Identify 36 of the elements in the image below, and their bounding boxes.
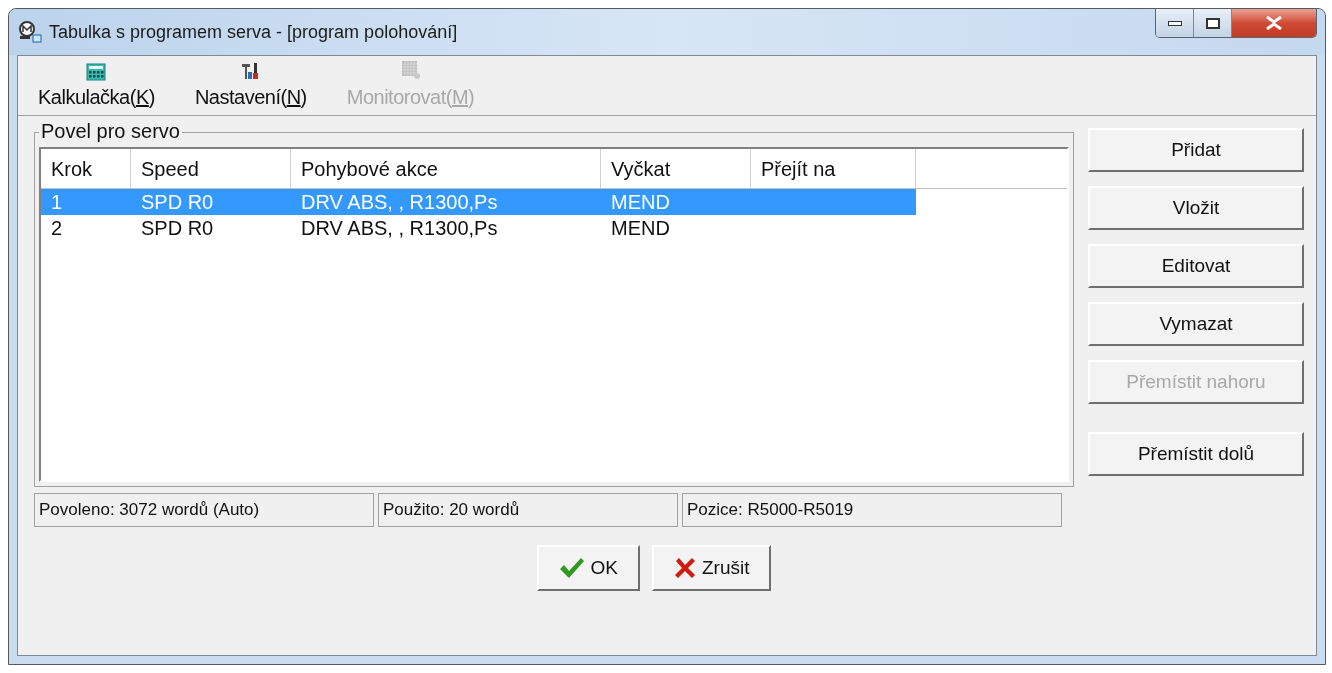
column-header[interactable]: Vyčkat xyxy=(601,149,751,188)
side-button[interactable]: Vymazat xyxy=(1088,302,1304,346)
column-header[interactable]: Pohybové akce xyxy=(291,149,601,188)
close-icon xyxy=(1265,16,1283,30)
window-title: Tabulka s programem serva - [program polohování] xyxy=(49,20,458,44)
maximize-button[interactable] xyxy=(1194,9,1232,37)
table-cell-text: SPD R0 xyxy=(140,190,215,215)
table-cell-text: DRV ABS, , R1300,Ps xyxy=(300,216,499,241)
toolbar-button[interactable]: Nastavení(N) xyxy=(194,61,307,109)
minimize-button[interactable] xyxy=(1156,9,1194,37)
app-icon xyxy=(17,20,43,44)
side-button[interactable]: Vložit xyxy=(1088,186,1304,230)
side-button[interactable]: Přidat xyxy=(1088,128,1304,172)
close-button[interactable] xyxy=(1232,9,1316,37)
toolbar-button[interactable]: Kalkulačka(K) xyxy=(38,63,155,109)
column-header[interactable]: Přejít na xyxy=(751,149,916,188)
table-cell-text: DRV ABS, , R1300,Ps xyxy=(300,190,499,215)
column-header[interactable]: Krok xyxy=(41,149,131,188)
side-button[interactable]: Editovat xyxy=(1088,244,1304,288)
calculator-icon xyxy=(86,63,107,81)
table-cell-text: MEND xyxy=(610,216,671,241)
grid-icon xyxy=(399,59,422,81)
table-cell-text: 1 xyxy=(50,190,64,215)
status-field: Pozice: R5000-R5019 xyxy=(682,493,1062,527)
cancel-button[interactable]: Zrušit xyxy=(651,545,772,591)
column-header[interactable]: Speed xyxy=(131,149,291,188)
table-cell-text: 2 xyxy=(50,216,64,241)
status-field: Použito: 20 wordů xyxy=(378,493,678,527)
ok-button[interactable]: OK xyxy=(536,545,640,591)
table-cell-text: SPD R0 xyxy=(140,216,215,241)
cross-icon xyxy=(673,557,696,579)
table-cell-text: MEND xyxy=(610,190,671,215)
status-field: Povoleno: 3072 wordů (Auto) xyxy=(34,493,374,527)
checkmark-icon xyxy=(558,557,585,579)
side-button[interactable]: Přemístit dolů xyxy=(1088,432,1304,476)
table-row[interactable]: 2 SPD R0 DRV ABS, , R1300,Ps MEND xyxy=(41,215,916,241)
